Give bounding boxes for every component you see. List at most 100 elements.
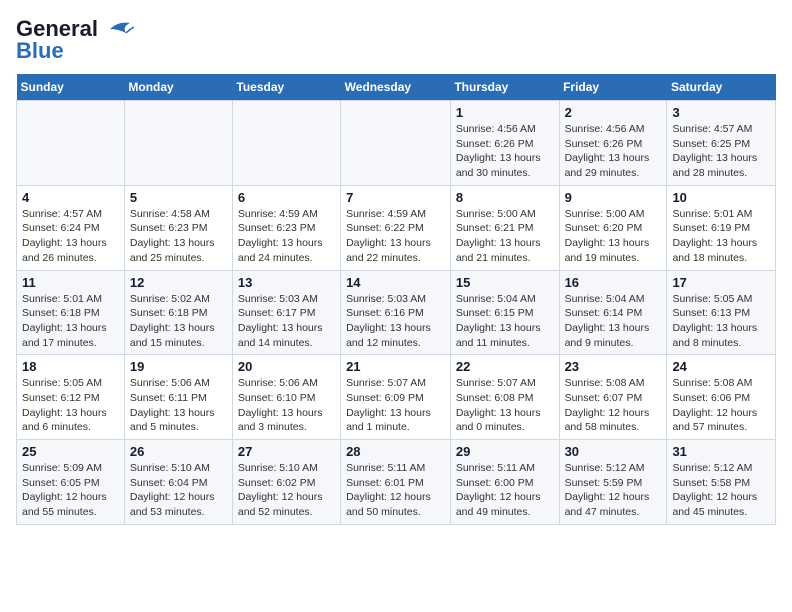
calendar-cell: 22Sunrise: 5:07 AM Sunset: 6:08 PM Dayli… xyxy=(450,355,559,440)
calendar-cell xyxy=(17,101,125,186)
calendar-cell: 16Sunrise: 5:04 AM Sunset: 6:14 PM Dayli… xyxy=(559,270,667,355)
calendar-cell xyxy=(124,101,232,186)
calendar-cell: 1 Sunrise: 4:56 AM Sunset: 6:26 PM Daylig… xyxy=(450,101,559,186)
col-header-friday: Friday xyxy=(559,74,667,101)
day-number: 23 xyxy=(565,359,662,374)
day-number: 13 xyxy=(238,275,335,290)
day-info: Sunrise: 5:07 AM Sunset: 6:09 PM Dayligh… xyxy=(346,376,445,435)
calendar-cell: 28 Sunrise: 5:11 AM Sunset: 6:01 PM Dayli… xyxy=(341,440,451,525)
day-info: Sunrise: 5:09 AM Sunset: 6:05 PM Dayligh… xyxy=(22,461,119,520)
day-info: Sunrise: 5:05 AM Sunset: 6:13 PM Dayligh… xyxy=(672,292,770,351)
calendar-week-row: 11 Sunrise: 5:01 AM Sunset: 6:18 PM Dayli… xyxy=(17,270,776,355)
calendar-cell: 6Sunrise: 4:59 AM Sunset: 6:23 PM Daylig… xyxy=(232,185,340,270)
day-number: 27 xyxy=(238,444,335,459)
calendar-cell xyxy=(341,101,451,186)
calendar-week-row: 18 Sunrise: 5:05 AM Sunset: 6:12 PM Dayli… xyxy=(17,355,776,440)
col-header-thursday: Thursday xyxy=(450,74,559,101)
day-info: Sunrise: 5:05 AM Sunset: 6:12 PM Dayligh… xyxy=(22,376,119,435)
calendar-cell: 19 Sunrise: 5:06 AM Sunset: 6:11 PM Dayli… xyxy=(124,355,232,440)
day-info: Sunrise: 4:58 AM Sunset: 6:23 PM Dayligh… xyxy=(130,207,227,266)
calendar-cell: 11 Sunrise: 5:01 AM Sunset: 6:18 PM Dayli… xyxy=(17,270,125,355)
calendar-header-row: SundayMondayTuesdayWednesdayThursdayFrid… xyxy=(17,74,776,101)
calendar-cell: 26 Sunrise: 5:10 AM Sunset: 6:04 PM Dayli… xyxy=(124,440,232,525)
day-info: Sunrise: 5:02 AM Sunset: 6:18 PM Dayligh… xyxy=(130,292,227,351)
calendar-cell: 30 Sunrise: 5:12 AM Sunset: 5:59 PM Dayli… xyxy=(559,440,667,525)
day-info: Sunrise: 4:56 AM Sunset: 6:26 PM Dayligh… xyxy=(456,122,554,181)
day-number: 25 xyxy=(22,444,119,459)
calendar-cell: 9 Sunrise: 5:00 AM Sunset: 6:20 PM Daylig… xyxy=(559,185,667,270)
day-info: Sunrise: 5:03 AM Sunset: 6:17 PM Dayligh… xyxy=(238,292,335,351)
calendar-cell: 12 Sunrise: 5:02 AM Sunset: 6:18 PM Dayli… xyxy=(124,270,232,355)
day-number: 7 xyxy=(346,190,445,205)
calendar-cell: 13 Sunrise: 5:03 AM Sunset: 6:17 PM Dayli… xyxy=(232,270,340,355)
day-number: 17 xyxy=(672,275,770,290)
day-number: 26 xyxy=(130,444,227,459)
calendar-cell: 31 Sunrise: 5:12 AM Sunset: 5:58 PM Dayli… xyxy=(667,440,776,525)
calendar-cell: 8 Sunrise: 5:00 AM Sunset: 6:21 PM Daylig… xyxy=(450,185,559,270)
day-number: 16 xyxy=(565,275,662,290)
day-info: Sunrise: 5:12 AM Sunset: 5:58 PM Dayligh… xyxy=(672,461,770,520)
day-info: Sunrise: 5:06 AM Sunset: 6:11 PM Dayligh… xyxy=(130,376,227,435)
day-info: Sunrise: 5:03 AM Sunset: 6:16 PM Dayligh… xyxy=(346,292,445,351)
day-info: Sunrise: 5:06 AM Sunset: 6:10 PM Dayligh… xyxy=(238,376,335,435)
day-info: Sunrise: 5:11 AM Sunset: 6:01 PM Dayligh… xyxy=(346,461,445,520)
day-number: 18 xyxy=(22,359,119,374)
day-info: Sunrise: 5:08 AM Sunset: 6:06 PM Dayligh… xyxy=(672,376,770,435)
calendar-week-row: 25 Sunrise: 5:09 AM Sunset: 6:05 PM Dayli… xyxy=(17,440,776,525)
day-info: Sunrise: 4:59 AM Sunset: 6:22 PM Dayligh… xyxy=(346,207,445,266)
day-number: 4 xyxy=(22,190,119,205)
day-number: 30 xyxy=(565,444,662,459)
day-number: 19 xyxy=(130,359,227,374)
calendar-week-row: 4 Sunrise: 4:57 AM Sunset: 6:24 PM Daylig… xyxy=(17,185,776,270)
calendar-cell: 17 Sunrise: 5:05 AM Sunset: 6:13 PM Dayli… xyxy=(667,270,776,355)
day-number: 9 xyxy=(565,190,662,205)
day-info: Sunrise: 5:12 AM Sunset: 5:59 PM Dayligh… xyxy=(565,461,662,520)
day-number: 12 xyxy=(130,275,227,290)
calendar-cell: 5 Sunrise: 4:58 AM Sunset: 6:23 PM Daylig… xyxy=(124,185,232,270)
col-header-monday: Monday xyxy=(124,74,232,101)
day-number: 8 xyxy=(456,190,554,205)
calendar-table: SundayMondayTuesdayWednesdayThursdayFrid… xyxy=(16,74,776,525)
day-info: Sunrise: 5:10 AM Sunset: 6:04 PM Dayligh… xyxy=(130,461,227,520)
day-number: 5 xyxy=(130,190,227,205)
calendar-cell: 27 Sunrise: 5:10 AM Sunset: 6:02 PM Dayli… xyxy=(232,440,340,525)
calendar-cell: 23Sunrise: 5:08 AM Sunset: 6:07 PM Dayli… xyxy=(559,355,667,440)
day-number: 6 xyxy=(238,190,335,205)
day-info: Sunrise: 4:57 AM Sunset: 6:25 PM Dayligh… xyxy=(672,122,770,181)
day-number: 20 xyxy=(238,359,335,374)
calendar-cell: 25 Sunrise: 5:09 AM Sunset: 6:05 PM Dayli… xyxy=(17,440,125,525)
day-number: 31 xyxy=(672,444,770,459)
calendar-cell: 14Sunrise: 5:03 AM Sunset: 6:16 PM Dayli… xyxy=(341,270,451,355)
day-number: 15 xyxy=(456,275,554,290)
col-header-tuesday: Tuesday xyxy=(232,74,340,101)
day-number: 22 xyxy=(456,359,554,374)
calendar-cell: 4 Sunrise: 4:57 AM Sunset: 6:24 PM Daylig… xyxy=(17,185,125,270)
day-info: Sunrise: 4:56 AM Sunset: 6:26 PM Dayligh… xyxy=(565,122,662,181)
day-info: Sunrise: 4:57 AM Sunset: 6:24 PM Dayligh… xyxy=(22,207,119,266)
day-number: 1 xyxy=(456,105,554,120)
col-header-sunday: Sunday xyxy=(17,74,125,101)
day-number: 11 xyxy=(22,275,119,290)
day-info: Sunrise: 5:01 AM Sunset: 6:18 PM Dayligh… xyxy=(22,292,119,351)
calendar-cell: 7 Sunrise: 4:59 AM Sunset: 6:22 PM Daylig… xyxy=(341,185,451,270)
logo-text-blue: Blue xyxy=(16,38,64,64)
col-header-saturday: Saturday xyxy=(667,74,776,101)
page-header: General Blue xyxy=(16,16,776,64)
calendar-cell: 21 Sunrise: 5:07 AM Sunset: 6:09 PM Dayli… xyxy=(341,355,451,440)
day-info: Sunrise: 5:00 AM Sunset: 6:20 PM Dayligh… xyxy=(565,207,662,266)
day-info: Sunrise: 5:00 AM Sunset: 6:21 PM Dayligh… xyxy=(456,207,554,266)
day-number: 21 xyxy=(346,359,445,374)
calendar-cell: 15Sunrise: 5:04 AM Sunset: 6:15 PM Dayli… xyxy=(450,270,559,355)
day-info: Sunrise: 5:10 AM Sunset: 6:02 PM Dayligh… xyxy=(238,461,335,520)
calendar-cell: 24Sunrise: 5:08 AM Sunset: 6:06 PM Dayli… xyxy=(667,355,776,440)
day-info: Sunrise: 5:01 AM Sunset: 6:19 PM Dayligh… xyxy=(672,207,770,266)
calendar-cell xyxy=(232,101,340,186)
calendar-cell: 20 Sunrise: 5:06 AM Sunset: 6:10 PM Dayli… xyxy=(232,355,340,440)
calendar-week-row: 1 Sunrise: 4:56 AM Sunset: 6:26 PM Daylig… xyxy=(17,101,776,186)
day-number: 2 xyxy=(565,105,662,120)
calendar-cell: 29Sunrise: 5:11 AM Sunset: 6:00 PM Dayli… xyxy=(450,440,559,525)
day-number: 29 xyxy=(456,444,554,459)
day-number: 28 xyxy=(346,444,445,459)
day-number: 3 xyxy=(672,105,770,120)
calendar-cell: 10Sunrise: 5:01 AM Sunset: 6:19 PM Dayli… xyxy=(667,185,776,270)
